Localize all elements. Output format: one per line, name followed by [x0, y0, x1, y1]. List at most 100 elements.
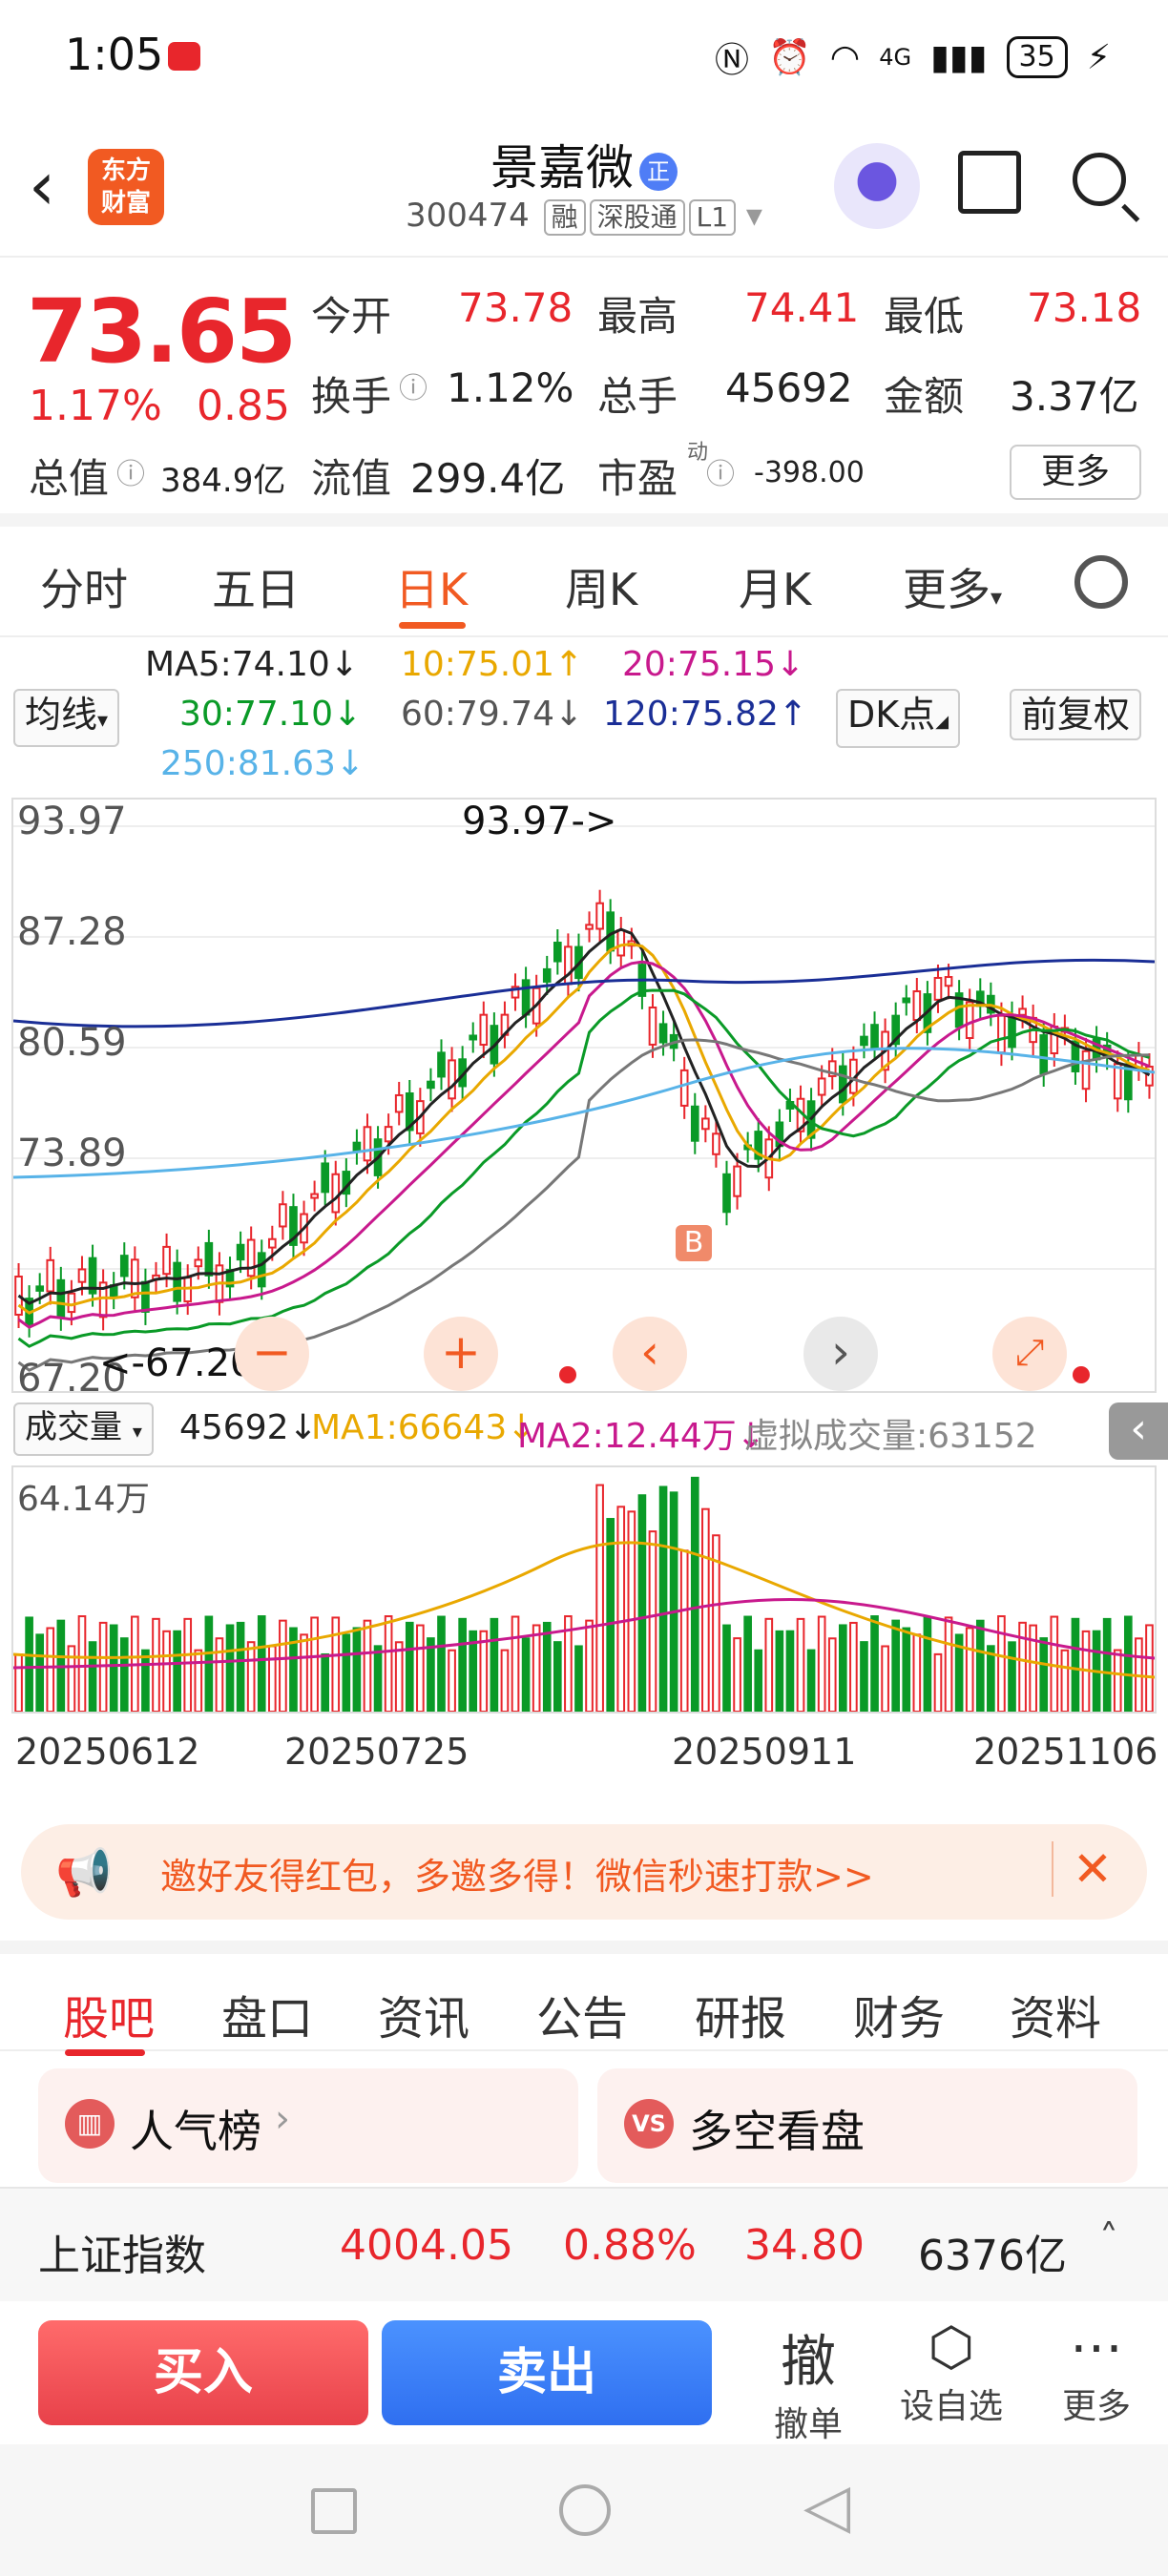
index-pct: 0.88% [563, 2221, 697, 2270]
volume-bar [279, 1619, 287, 1712]
gear-icon[interactable] [1074, 555, 1128, 609]
add-watchlist-button[interactable]: ⬡ 设自选 [899, 2316, 1004, 2428]
tab-news[interactable]: 资讯 [378, 1981, 469, 2047]
volume-bar [321, 1652, 330, 1712]
volume-bar [669, 1491, 678, 1712]
x-label: 20250725 [284, 1731, 469, 1773]
more-tools-button[interactable]: ⋯ 更多 [1044, 2316, 1149, 2428]
candle [77, 1268, 87, 1283]
back-nav-icon[interactable]: ◁ [803, 2471, 850, 2542]
volume-bar [331, 1616, 341, 1712]
volume-selector[interactable]: 成交量 ▾ [13, 1402, 154, 1456]
cancel-order-label: 撤单 [773, 2405, 843, 2444]
dropdown-icon[interactable]: ▾ [746, 197, 762, 235]
info-icon[interactable]: ⓘ [399, 364, 428, 406]
volume-selector-label: 成交量 [25, 1408, 122, 1446]
volume-bar [785, 1630, 795, 1712]
vs-icon: VS [624, 2099, 674, 2149]
stock-header: ‹ 东方 财富 景嘉微正 300474 融深股通 L1 ▾ [0, 114, 1168, 258]
zoom-in-button[interactable]: + [424, 1317, 498, 1391]
volume-chart[interactable]: 64.14万 [11, 1465, 1157, 1714]
candle [448, 1059, 456, 1100]
volume-bar [585, 1619, 594, 1712]
tab-five-day[interactable]: 五日 [212, 555, 300, 618]
popularity-card[interactable]: ▥ 人气榜 › [38, 2068, 578, 2183]
info-icon[interactable]: ⓘ [116, 450, 145, 492]
tab-finance[interactable]: 财务 [853, 1981, 945, 2047]
tab-pankou[interactable]: 盘口 [221, 1981, 313, 2047]
ma-selector[interactable]: 均线▾ [13, 689, 120, 747]
tab-announcement[interactable]: 公告 [536, 1981, 628, 2047]
tab-more[interactable]: 更多▾ [903, 555, 1002, 618]
candle [733, 1165, 741, 1197]
adjust-button[interactable]: 前复权 [1010, 689, 1142, 740]
candle [352, 1141, 362, 1153]
volume-bar [1102, 1617, 1112, 1712]
index-bar[interactable]: 上证指数 4004.05 0.88% 34.80 6376亿 ˄ [0, 2187, 1168, 2301]
pe-superscript: 动 [687, 441, 709, 465]
volume-bar [532, 1624, 541, 1712]
volume-bar [637, 1494, 647, 1712]
tab-daily-k[interactable]: 日K [395, 555, 468, 618]
dk-point-button[interactable]: DK点◢ [836, 689, 961, 748]
tab-research[interactable]: 研报 [695, 1981, 786, 2047]
tab-monthly-k[interactable]: 月K [739, 555, 811, 618]
scroll-left-button[interactable]: ‹ [613, 1317, 687, 1391]
recent-apps-icon[interactable] [311, 2488, 357, 2534]
kline-chart[interactable]: 93.97 87.28 80.59 73.89 67.20 93.97-> <-… [11, 798, 1157, 1401]
candles-svg [13, 825, 1155, 1372]
cancel-order-button[interactable]: 撤 撤单 [756, 2316, 861, 2446]
share-icon[interactable] [958, 151, 1021, 214]
volume-bar [912, 1633, 922, 1712]
volume-bar [997, 1615, 1006, 1712]
candle [310, 1193, 319, 1199]
amount-value: 3.37亿 [1010, 373, 1139, 420]
volume-label: 总手 [597, 373, 678, 420]
tab-intraday[interactable]: 分时 [40, 555, 128, 618]
last-price: 73.65 [27, 280, 297, 383]
buy-marker[interactable]: B [676, 1225, 712, 1261]
x-label: 20250612 [15, 1731, 200, 1773]
fullscreen-icon[interactable]: ⤢ [992, 1317, 1067, 1391]
buy-button[interactable]: 买入 [38, 2320, 368, 2425]
sell-button[interactable]: 卖出 [382, 2320, 712, 2425]
volume-bar [416, 1624, 425, 1712]
volume-bar [479, 1630, 489, 1712]
volume-bar [722, 1624, 731, 1712]
close-icon[interactable]: ✕ [1052, 1841, 1113, 1897]
status-icons: Ⓝ ⏰ ◠ 4G ▮▮▮ 35 ⚡ [715, 32, 1111, 82]
charging-icon: ⚡ [1086, 37, 1111, 77]
x-label: 20251106 [973, 1731, 1158, 1773]
info-icon[interactable]: ⓘ [706, 450, 735, 492]
candle [331, 1173, 341, 1214]
volume-bar [310, 1616, 319, 1712]
collapse-panel-icon[interactable]: ‹ [1109, 1402, 1168, 1460]
zoom-out-button[interactable]: − [235, 1317, 309, 1391]
volume-bar [246, 1641, 256, 1712]
tab-weekly-k[interactable]: 周K [565, 555, 637, 618]
volume-bar [743, 1615, 752, 1712]
ai-assistant-icon[interactable] [834, 143, 920, 229]
search-icon[interactable] [1073, 153, 1126, 206]
chevron-up-icon[interactable]: ˄ [1099, 2217, 1118, 2261]
candle [902, 997, 911, 1004]
scroll-right-button[interactable]: › [803, 1317, 878, 1391]
volume-bar [1123, 1615, 1133, 1712]
more-quote-button[interactable]: 更多 [1010, 445, 1141, 500]
promo-banner[interactable]: 📢 邀好友得红包，多邀多得！微信秒速打款>> ✕ [21, 1824, 1147, 1920]
long-short-card[interactable]: VS 多空看盘 [597, 2068, 1137, 2183]
volume-bar [173, 1630, 181, 1712]
turnover-value: 1.12% [447, 364, 574, 411]
volume-bar [806, 1649, 816, 1712]
candle [1008, 1013, 1016, 1049]
tab-profile[interactable]: 资料 [1010, 1981, 1101, 2047]
home-icon[interactable] [559, 2484, 611, 2536]
candle [469, 1034, 478, 1041]
candle [933, 976, 943, 1001]
tab-guba[interactable]: 股吧 [63, 1981, 155, 2047]
chevron-down-icon: ▾ [991, 584, 1003, 611]
system-nav-bar: ◁ [0, 2444, 1168, 2576]
chevron-right-icon: › [275, 2097, 290, 2141]
volume-bar [427, 1637, 435, 1712]
candle [363, 1126, 372, 1162]
